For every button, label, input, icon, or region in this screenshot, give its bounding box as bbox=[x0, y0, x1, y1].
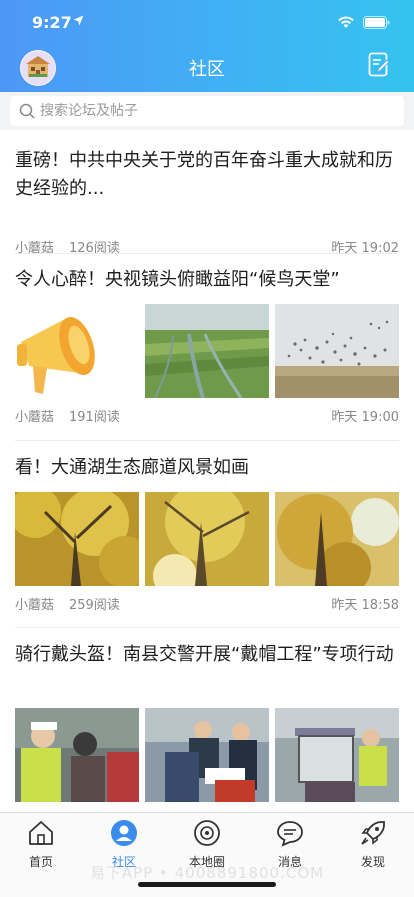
search-box[interactable] bbox=[10, 96, 404, 126]
ginkgo-image-2 bbox=[145, 492, 269, 586]
post-meta: 小蘑菇 191阅读 昨天 19:00 bbox=[15, 406, 399, 426]
wifi-icon bbox=[338, 16, 354, 28]
post-author: 小蘑菇 bbox=[15, 598, 55, 613]
divider bbox=[15, 253, 399, 254]
nav-bar: 社区 bbox=[0, 44, 414, 90]
ginkgo-sunlight-photo[interactable] bbox=[145, 492, 269, 586]
home-indicator bbox=[138, 882, 276, 887]
police-scooter-photo[interactable] bbox=[275, 708, 399, 802]
police-image-2 bbox=[145, 708, 269, 802]
post-title[interactable]: 重磅！中共中央关于党的百年奋斗重大成就和历史经验的... bbox=[15, 147, 399, 203]
post-reads: 191阅读 bbox=[69, 410, 120, 425]
post-date: 昨天 19:00 bbox=[331, 410, 399, 425]
aerial-wetland-photo[interactable] bbox=[145, 304, 269, 398]
police-image-3 bbox=[275, 708, 399, 802]
post-item[interactable]: 重磅！中共中央关于党的百年奋斗重大成就和历史经验的... 小蘑菇 126阅读 昨… bbox=[15, 147, 399, 256]
post-date: 昨天 18:58 bbox=[331, 598, 399, 613]
divider bbox=[15, 440, 399, 441]
post-title[interactable]: 骑行戴头盔！南县交警开展“戴帽工程”专项行动 bbox=[15, 641, 399, 669]
header-bar: 9:27 社区 bbox=[0, 0, 414, 92]
search-icon bbox=[19, 103, 35, 119]
search-area bbox=[0, 92, 414, 130]
ginkgo-image-3 bbox=[275, 492, 399, 586]
ginkgo-sky-photo[interactable] bbox=[275, 492, 399, 586]
status-bar: 9:27 bbox=[0, 0, 414, 44]
status-time: 9:27 bbox=[32, 13, 72, 32]
police-crowd-photo[interactable] bbox=[145, 708, 269, 802]
location-arrow-icon bbox=[73, 15, 84, 26]
post-author: 小蘑菇 bbox=[15, 410, 55, 425]
post-images bbox=[15, 304, 399, 398]
search-input[interactable] bbox=[40, 96, 390, 126]
battery-icon bbox=[363, 15, 390, 29]
post-item[interactable]: 看！大通湖生态廊道风景如画 小蘑菇 259阅读 昨天 18:58 bbox=[15, 454, 399, 613]
divider bbox=[15, 627, 399, 628]
post-feed[interactable]: 重磅！中共中央关于党的百年奋斗重大成就和历史经验的... 小蘑菇 126阅读 昨… bbox=[0, 130, 414, 812]
local-circle-icon bbox=[194, 820, 220, 846]
community-icon bbox=[111, 820, 137, 846]
police-helmet-check-photo[interactable] bbox=[15, 708, 139, 802]
megaphone-icon bbox=[15, 304, 139, 398]
rocket-icon bbox=[361, 821, 385, 845]
post-images bbox=[15, 492, 399, 586]
post-reads: 259阅读 bbox=[69, 598, 120, 613]
post-images bbox=[15, 708, 399, 802]
post-meta: 小蘑菇 259阅读 昨天 18:58 bbox=[15, 594, 399, 614]
page-title: 社区 bbox=[189, 59, 225, 80]
compose-icon[interactable] bbox=[368, 52, 390, 78]
post-meta: 小蘑菇 126阅读 昨天 19:02 bbox=[15, 237, 399, 257]
birds-image bbox=[275, 304, 399, 398]
watermark-text: 易下APP • 4008891800.COM bbox=[89, 864, 325, 882]
flying-birds-photo[interactable] bbox=[275, 304, 399, 398]
post-title[interactable]: 令人心醉！央视镜头俯瞰益阳“候鸟天堂” bbox=[15, 266, 399, 294]
home-icon bbox=[29, 821, 53, 845]
message-icon bbox=[277, 821, 303, 847]
system-icons bbox=[337, 15, 390, 29]
megaphone-graphic[interactable] bbox=[15, 304, 139, 398]
post-item[interactable]: 骑行戴头盔！南县交警开展“戴帽工程”专项行动 bbox=[15, 641, 399, 802]
wetland-image bbox=[145, 304, 269, 398]
post-title[interactable]: 看！大通湖生态廊道风景如画 bbox=[15, 454, 399, 482]
post-item[interactable]: 令人心醉！央视镜头俯瞰益阳“候鸟天堂” 小蘑菇 191阅读 昨天 19:00 bbox=[15, 266, 399, 425]
ginkgo-image-1 bbox=[15, 492, 139, 586]
police-image-1 bbox=[15, 708, 139, 802]
ginkgo-tree-photo[interactable] bbox=[15, 492, 139, 586]
